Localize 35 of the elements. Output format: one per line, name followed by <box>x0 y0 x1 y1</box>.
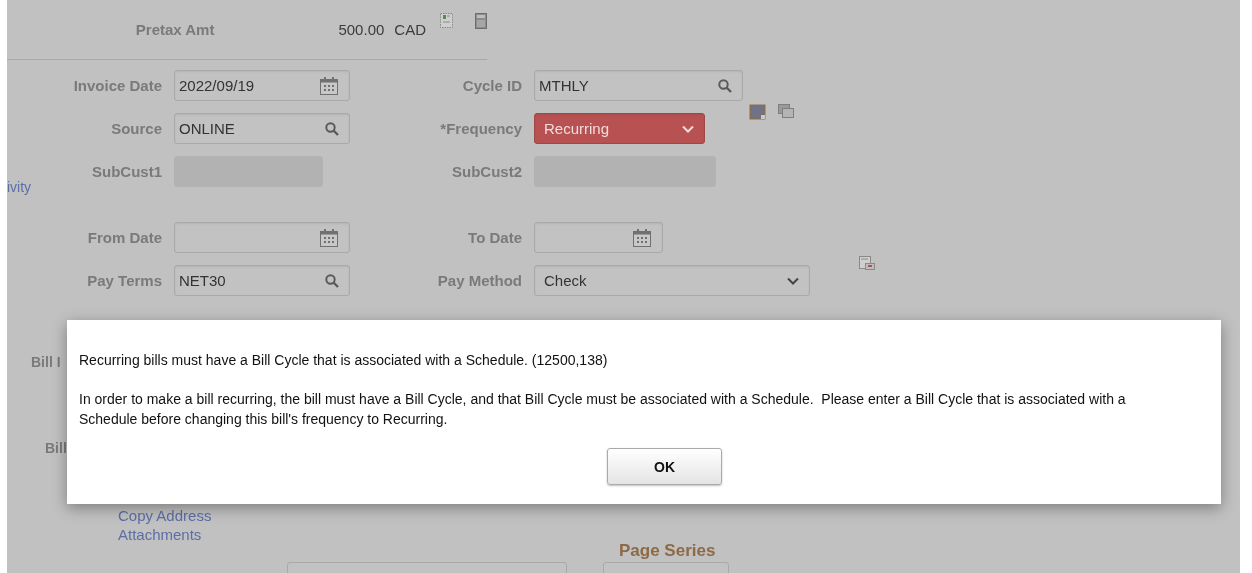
field-label: Pay Terms <box>87 272 162 289</box>
lookup-field[interactable]: MTHLY <box>534 70 743 101</box>
date-field[interactable] <box>174 222 350 253</box>
search-icon[interactable] <box>325 273 339 288</box>
copy-icon[interactable] <box>778 104 794 118</box>
section-title: Page Series <box>619 541 716 561</box>
field-label: Pay Method <box>437 272 522 289</box>
field-label: Bill I <box>31 354 61 370</box>
error-message: Recurring bills must have a Bill Cycle that is associated with a Schedule. (12500,138) <box>79 351 609 370</box>
currency-code: CAD <box>394 21 426 38</box>
field-label: SubCust1 <box>92 163 162 180</box>
field-label: Invoice Date <box>73 77 162 94</box>
dropdown[interactable]: Check <box>534 265 810 296</box>
document-icon[interactable] <box>440 13 453 28</box>
dropdown[interactable]: Recurring <box>534 113 705 144</box>
lookup-field[interactable]: NET30 <box>174 265 350 296</box>
error-detail: In order to make a bill recurring, the bill must have a Bill Cycle, and that Bill Cycle must be associated with a Schedule. Please enter a Bill Cycle that is associated with a Schedule before changing this bill's frequency to Recurring. <box>79 390 1127 429</box>
search-icon[interactable] <box>325 121 339 136</box>
ok-button[interactable]: OK <box>607 448 722 485</box>
field-label: *Frequency <box>440 120 522 137</box>
calculator-icon[interactable] <box>475 13 487 29</box>
field-label: From Date <box>87 229 162 246</box>
amount-value: 500.00 <box>338 21 385 38</box>
document-icon[interactable] <box>859 256 875 270</box>
field-label: Source <box>111 120 162 137</box>
field-label: Bill <box>45 440 67 456</box>
chevron-down-icon[interactable] <box>787 276 799 285</box>
date-field[interactable]: 2022/09/19 <box>174 70 350 101</box>
lookup-field[interactable]: ONLINE <box>174 113 350 144</box>
search-icon[interactable] <box>718 78 732 93</box>
field-label: Pretax Amt <box>134 21 215 38</box>
field-label: Cycle ID <box>462 77 522 94</box>
field-label: To Date <box>468 229 522 246</box>
date-field[interactable] <box>534 222 663 253</box>
field-label: SubCust2 <box>452 163 522 180</box>
